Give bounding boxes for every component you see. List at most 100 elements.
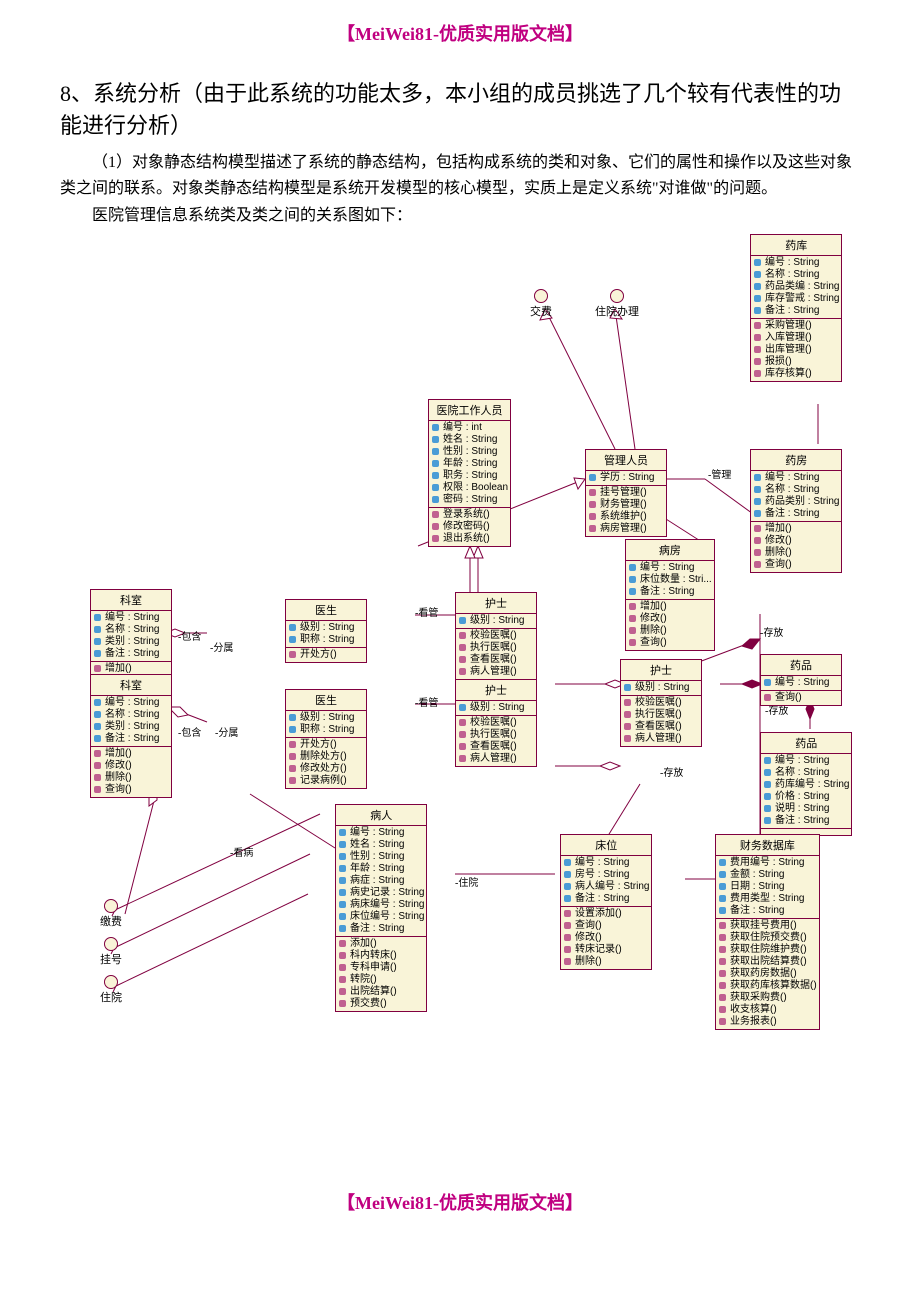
attribute-row: 年龄 : String	[336, 863, 426, 875]
operation-icon	[588, 488, 598, 498]
footer: 【MeiWei81-优质实用版文档】	[0, 1169, 920, 1235]
attribute-icon	[431, 483, 441, 493]
attribute-icon	[763, 756, 773, 766]
label-fenshu1: -分属	[210, 639, 233, 654]
operation-icon	[753, 548, 763, 558]
attribute-row: 金额 : String	[716, 869, 819, 881]
attribute-row: 名称 : String	[91, 624, 171, 636]
operation-icon	[458, 631, 468, 641]
attribute-icon	[288, 623, 298, 633]
operation-row: 删除()	[91, 772, 171, 784]
operation-icon	[628, 614, 638, 624]
attribute-icon	[93, 637, 103, 647]
operation-icon	[458, 742, 468, 752]
attribute-row: 年龄 : String	[429, 458, 510, 470]
class-yaopin-2: 药品编号 : String名称 : String药库编号 : String价格 …	[760, 732, 852, 836]
operation-row: 删除处方()	[286, 751, 366, 763]
operation-row: 执行医嘱()	[621, 709, 701, 721]
attribute-row: 编号 : String	[751, 472, 841, 484]
content: 8、系统分析（由于此系统的功能太多，本小组的成员挑选了几个较有代表性的功能进行分…	[0, 76, 920, 1164]
class-operations: 校验医嘱()执行医嘱()查看医嘱()病人管理()	[456, 629, 536, 679]
attribute-icon	[338, 828, 348, 838]
attribute-icon	[288, 725, 298, 735]
attribute-icon	[753, 485, 763, 495]
class-operations: 获取挂号费用()获取住院预交费()获取住院维护费()获取出院结算费()获取药房数…	[716, 919, 819, 1029]
attribute-row: 病史记录 : String	[336, 887, 426, 899]
class-attributes: 编号 : String姓名 : String性别 : String年龄 : St…	[336, 826, 426, 937]
attribute-icon	[763, 678, 773, 688]
class-attributes: 级别 : String职称 : String	[286, 711, 366, 738]
attribute-icon	[718, 882, 728, 892]
attribute-row: 姓名 : String	[336, 839, 426, 851]
operation-row: 修改处方()	[286, 763, 366, 775]
operation-row: 预交费()	[336, 998, 426, 1010]
attribute-row: 级别 : String	[456, 702, 536, 714]
section-title: 8、系统分析（由于此系统的功能太多，本小组的成员挑选了几个较有代表性的功能进行分…	[60, 76, 860, 140]
attribute-icon	[93, 649, 103, 659]
operation-row: 删除()	[561, 956, 651, 968]
class-title: 管理人员	[586, 450, 666, 471]
class-attributes: 级别 : String	[621, 681, 701, 696]
attribute-row: 职务 : String	[429, 470, 510, 482]
class-title: 床位	[561, 835, 651, 856]
operation-row: 执行医嘱()	[456, 729, 536, 741]
operation-row: 登录系统()	[429, 509, 510, 521]
operation-row: 获取出院结算费()	[716, 956, 819, 968]
operation-icon	[338, 987, 348, 997]
operation-row: 开处方()	[286, 649, 366, 661]
operation-row: 修改()	[751, 535, 841, 547]
attribute-icon	[338, 924, 348, 934]
operation-row: 设置添加()	[561, 908, 651, 920]
attribute-row: 名称 : String	[751, 484, 841, 496]
class-attributes: 编号 : String名称 : String类别 : String备注 : St…	[91, 696, 171, 747]
attribute-row: 名称 : String	[91, 709, 171, 721]
operation-icon	[718, 921, 728, 931]
attribute-icon	[588, 473, 598, 483]
operation-row: 修改()	[91, 760, 171, 772]
attribute-icon	[753, 294, 763, 304]
operation-row: 科内转床()	[336, 950, 426, 962]
attribute-icon	[93, 722, 103, 732]
attribute-row: 备注 : String	[561, 893, 651, 905]
operation-row: 退出系统()	[429, 533, 510, 545]
operation-icon	[753, 345, 763, 355]
attribute-icon	[753, 473, 763, 483]
class-attributes: 编号 : String名称 : String类别 : String备注 : St…	[91, 611, 171, 662]
attribute-row: 类别 : String	[91, 721, 171, 733]
operation-icon	[718, 945, 728, 955]
attribute-row: 编号 : String	[761, 677, 841, 689]
label-fenshu2: -分属	[215, 724, 238, 739]
operation-icon	[718, 933, 728, 943]
operation-icon	[563, 945, 573, 955]
operation-icon	[628, 602, 638, 612]
class-operations: 增加()修改()删除()查询()	[626, 600, 714, 650]
class-title: 护士	[456, 593, 536, 614]
interface-zhuyuan: 住院	[100, 975, 122, 1005]
attribute-icon	[718, 894, 728, 904]
attribute-row: 性别 : String	[429, 446, 510, 458]
operation-icon	[753, 321, 763, 331]
class-bingfang: 病房编号 : String床位数量 : Stri...备注 : String增加…	[625, 539, 715, 651]
operation-row: 查看医嘱()	[456, 654, 536, 666]
operation-icon	[458, 754, 468, 764]
class-attributes: 学历 : String	[586, 471, 666, 486]
operation-icon	[458, 655, 468, 665]
attribute-icon	[628, 587, 638, 597]
attribute-row: 编号 : String	[91, 697, 171, 709]
attribute-icon	[458, 616, 468, 626]
operation-row: 开处方()	[286, 739, 366, 751]
operation-icon	[458, 718, 468, 728]
operation-row: 库存核算()	[751, 368, 841, 380]
operation-icon	[288, 752, 298, 762]
operation-row: 修改()	[626, 613, 714, 625]
operation-icon	[753, 524, 763, 534]
operation-row: 记录病例()	[286, 775, 366, 787]
attribute-row: 名称 : String	[761, 767, 851, 779]
class-operations: 查询()	[761, 691, 841, 705]
operation-row: 增加()	[751, 523, 841, 535]
attribute-icon	[563, 882, 573, 892]
paragraph-2: 医院管理信息系统类及类之间的关系图如下：	[60, 203, 860, 229]
class-chuangwei: 床位编号 : String房号 : String病人编号 : String备注 …	[560, 834, 652, 970]
attribute-icon	[718, 870, 728, 880]
attribute-row: 密码 : String	[429, 494, 510, 506]
